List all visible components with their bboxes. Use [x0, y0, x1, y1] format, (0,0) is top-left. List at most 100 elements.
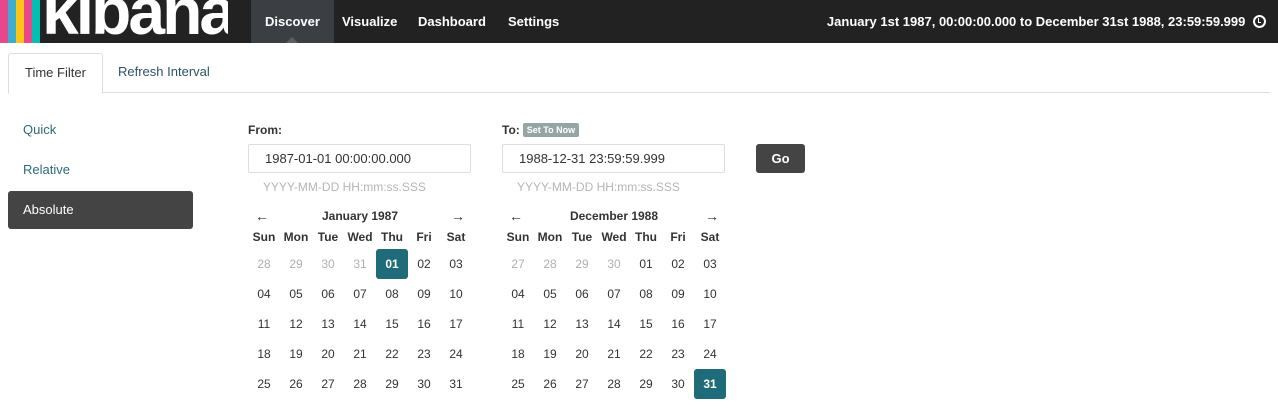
day-cell[interactable]: 02 — [408, 249, 440, 279]
mode-relative[interactable]: Relative — [8, 151, 193, 189]
day-cell[interactable]: 20 — [312, 339, 344, 369]
day-cell[interactable]: 21 — [344, 339, 376, 369]
logo-stripe — [8, 0, 16, 43]
from-format-hint: YYYY-MM-DD HH:mm:ss.SSS — [263, 180, 426, 194]
day-cell[interactable]: 07 — [344, 279, 376, 309]
day-cell[interactable]: 29 — [280, 249, 312, 279]
kibana-logo[interactable]: kibana — [0, 0, 228, 43]
weekday-label: Fri — [670, 230, 686, 244]
day-cell[interactable]: 14 — [598, 309, 630, 339]
day-cell[interactable]: 09 — [408, 279, 440, 309]
day-cell[interactable]: 29 — [566, 249, 598, 279]
day-cell[interactable]: 22 — [630, 339, 662, 369]
nav-tab-visualize[interactable]: Visualize — [328, 0, 411, 43]
day-cell[interactable]: 18 — [248, 339, 280, 369]
day-cell[interactable]: 01 — [630, 249, 662, 279]
day-cell[interactable]: 12 — [534, 309, 566, 339]
selected-day-cell[interactable]: 31 — [694, 369, 726, 399]
day-cell[interactable]: 25 — [248, 369, 280, 399]
logo-stripe — [32, 0, 40, 43]
day-cell[interactable]: 30 — [408, 369, 440, 399]
day-cell[interactable]: 25 — [502, 369, 534, 399]
day-cell[interactable]: 19 — [280, 339, 312, 369]
day-cell[interactable]: 02 — [662, 249, 694, 279]
day-cell[interactable]: 12 — [280, 309, 312, 339]
day-cell[interactable]: 27 — [312, 369, 344, 399]
day-cell[interactable]: 28 — [534, 249, 566, 279]
selected-day-cell[interactable]: 01 — [376, 249, 408, 279]
to-calendar: ← December 1988 → Sun Mon Tue Wed Thu Fr… — [502, 207, 726, 399]
day-cell[interactable]: 15 — [376, 309, 408, 339]
day-cell[interactable]: 26 — [280, 369, 312, 399]
mode-absolute[interactable]: Absolute — [8, 191, 193, 229]
nav-tab-discover[interactable]: Discover — [251, 0, 334, 43]
day-cell[interactable]: 11 — [502, 309, 534, 339]
day-cell[interactable]: 31 — [440, 369, 472, 399]
day-cell[interactable]: 20 — [566, 339, 598, 369]
day-cell[interactable]: 24 — [440, 339, 472, 369]
set-to-now-button[interactable]: Set To Now — [522, 123, 580, 137]
arrow-left-icon[interactable]: ← — [252, 207, 272, 225]
day-cell[interactable]: 08 — [376, 279, 408, 309]
day-cell[interactable]: 18 — [502, 339, 534, 369]
from-date-input[interactable] — [248, 144, 471, 173]
day-cell[interactable]: 13 — [312, 309, 344, 339]
day-cell[interactable]: 09 — [662, 279, 694, 309]
day-cell[interactable]: 04 — [248, 279, 280, 309]
arrow-left-icon[interactable]: ← — [506, 207, 526, 225]
day-cell[interactable]: 27 — [502, 249, 534, 279]
day-cell[interactable]: 10 — [440, 279, 472, 309]
day-cell[interactable]: 30 — [662, 369, 694, 399]
weekday-label: Sun — [252, 230, 276, 244]
day-cell[interactable]: 17 — [440, 309, 472, 339]
day-cell[interactable]: 21 — [598, 339, 630, 369]
day-cell[interactable]: 03 — [694, 249, 726, 279]
arrow-right-icon[interactable]: → — [448, 207, 468, 225]
day-cell[interactable]: 23 — [408, 339, 440, 369]
day-cell[interactable]: 30 — [598, 249, 630, 279]
day-cell[interactable]: 03 — [440, 249, 472, 279]
tab-time-filter[interactable]: Time Filter — [8, 53, 103, 94]
time-range-picker-toggle[interactable]: January 1st 1987, 00:00:00.000 to Decemb… — [827, 0, 1278, 43]
day-cell[interactable]: 22 — [376, 339, 408, 369]
day-cell[interactable]: 30 — [312, 249, 344, 279]
day-cell[interactable]: 15 — [630, 309, 662, 339]
day-cell[interactable]: 26 — [534, 369, 566, 399]
go-button[interactable]: Go — [756, 144, 805, 173]
day-cell[interactable]: 31 — [344, 249, 376, 279]
day-cell[interactable]: 16 — [408, 309, 440, 339]
day-cell[interactable]: 29 — [376, 369, 408, 399]
day-cell[interactable]: 13 — [566, 309, 598, 339]
mode-quick[interactable]: Quick — [8, 111, 193, 149]
day-cell[interactable]: 28 — [344, 369, 376, 399]
day-cell[interactable]: 04 — [502, 279, 534, 309]
day-cell[interactable]: 29 — [630, 369, 662, 399]
day-cell[interactable]: 17 — [694, 309, 726, 339]
nav-tab-dashboard[interactable]: Dashboard — [404, 0, 500, 43]
day-cell[interactable]: 08 — [630, 279, 662, 309]
weekday-header: Sun Mon Tue Wed Thu Fri Sat — [248, 229, 472, 245]
weekday-label: Sat — [700, 230, 720, 244]
day-cell[interactable]: 10 — [694, 279, 726, 309]
day-cell[interactable]: 05 — [280, 279, 312, 309]
day-cell[interactable]: 28 — [248, 249, 280, 279]
arrow-right-icon[interactable]: → — [702, 207, 722, 225]
day-cell[interactable]: 19 — [534, 339, 566, 369]
day-cell[interactable]: 16 — [662, 309, 694, 339]
day-cell[interactable]: 28 — [598, 369, 630, 399]
nav-tab-settings[interactable]: Settings — [494, 0, 573, 43]
to-date-input[interactable] — [502, 144, 725, 173]
weekday-label: Mon — [283, 230, 309, 244]
tab-refresh-interval[interactable]: Refresh Interval — [102, 53, 226, 93]
day-cell[interactable]: 14 — [344, 309, 376, 339]
day-cell[interactable]: 24 — [694, 339, 726, 369]
to-calendar-title[interactable]: December 1988 — [542, 207, 686, 225]
from-calendar-title[interactable]: January 1987 — [288, 207, 432, 225]
day-cell[interactable]: 06 — [312, 279, 344, 309]
day-cell[interactable]: 27 — [566, 369, 598, 399]
day-cell[interactable]: 07 — [598, 279, 630, 309]
day-cell[interactable]: 05 — [534, 279, 566, 309]
day-cell[interactable]: 11 — [248, 309, 280, 339]
day-cell[interactable]: 06 — [566, 279, 598, 309]
day-cell[interactable]: 23 — [662, 339, 694, 369]
